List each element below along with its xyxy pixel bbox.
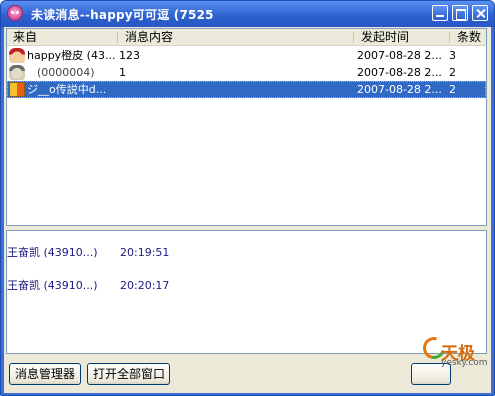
avatar-icon	[9, 65, 25, 80]
window-client-area: 来自 消息内容 发起时间 条数 happy橙皮 (43... 123 2007-…	[4, 27, 491, 393]
window-title: 未读消息--happy可可逗 (7525	[31, 8, 214, 22]
watermark-url: yesky.com	[441, 358, 488, 368]
title-bar[interactable]: 未读消息--happy可可逗 (7525	[1, 1, 494, 27]
column-header-from[interactable]: 来自	[7, 30, 115, 45]
list-header: 来自 消息内容 发起时间 条数	[7, 29, 486, 46]
column-header-count[interactable]: 条数	[449, 30, 487, 45]
row-content	[119, 81, 349, 98]
message-list[interactable]: 来自 消息内容 发起时间 条数 happy橙皮 (43... 123 2007-…	[6, 28, 487, 226]
row-content: 1	[119, 66, 126, 79]
unread-messages-window: 未读消息--happy可可逗 (7525 来自 消息内容 发起时间 条数 hap…	[0, 0, 495, 396]
list-item[interactable]: happy橙皮 (43... 123 2007-08-28 2... 3	[7, 47, 486, 64]
row-count: 3	[449, 49, 456, 62]
row-time: 2007-08-28 2...	[357, 49, 442, 62]
column-header-content[interactable]: 消息内容	[117, 30, 353, 45]
message-manager-button[interactable]: 消息管理器	[9, 363, 81, 385]
open-all-windows-button[interactable]: 打开全部窗口	[87, 363, 170, 385]
entry-time: 20:20:17	[120, 279, 170, 292]
row-content: 123	[119, 49, 140, 62]
watermark-logo: 天极 yesky.com	[418, 332, 489, 369]
row-time: 2007-08-28 2...	[357, 83, 442, 96]
row-time: 2007-08-28 2...	[357, 66, 442, 79]
avatar-icon	[9, 82, 25, 97]
list-item-selected[interactable]: ジ__o传説中d... 2007-08-28 2... 2	[7, 81, 486, 98]
app-icon	[7, 5, 23, 21]
entry-sender: 王奋凯 (43910...)	[7, 246, 98, 259]
button-bar: 消息管理器 打开全部窗口	[4, 356, 491, 393]
list-item[interactable]: (0000004) 1 2007-08-28 2... 2	[7, 64, 486, 81]
close-icon[interactable]	[472, 5, 488, 21]
message-detail[interactable]: 王奋凯 (43910...) 20:19:51 王奋凯 (43910...) 2…	[6, 230, 487, 354]
column-header-time[interactable]: 发起时间	[353, 30, 449, 45]
row-from: (0000004)	[37, 66, 95, 79]
entry-time: 20:19:51	[120, 246, 170, 259]
row-from: happy橙皮 (43...	[27, 49, 116, 62]
avatar-icon	[9, 48, 25, 63]
row-count: 2	[449, 83, 456, 96]
maximize-icon[interactable]	[452, 5, 468, 21]
window-controls	[432, 5, 488, 21]
minimize-icon[interactable]	[432, 5, 448, 21]
entry-sender: 王奋凯 (43910...)	[7, 279, 98, 292]
row-count: 2	[449, 66, 456, 79]
